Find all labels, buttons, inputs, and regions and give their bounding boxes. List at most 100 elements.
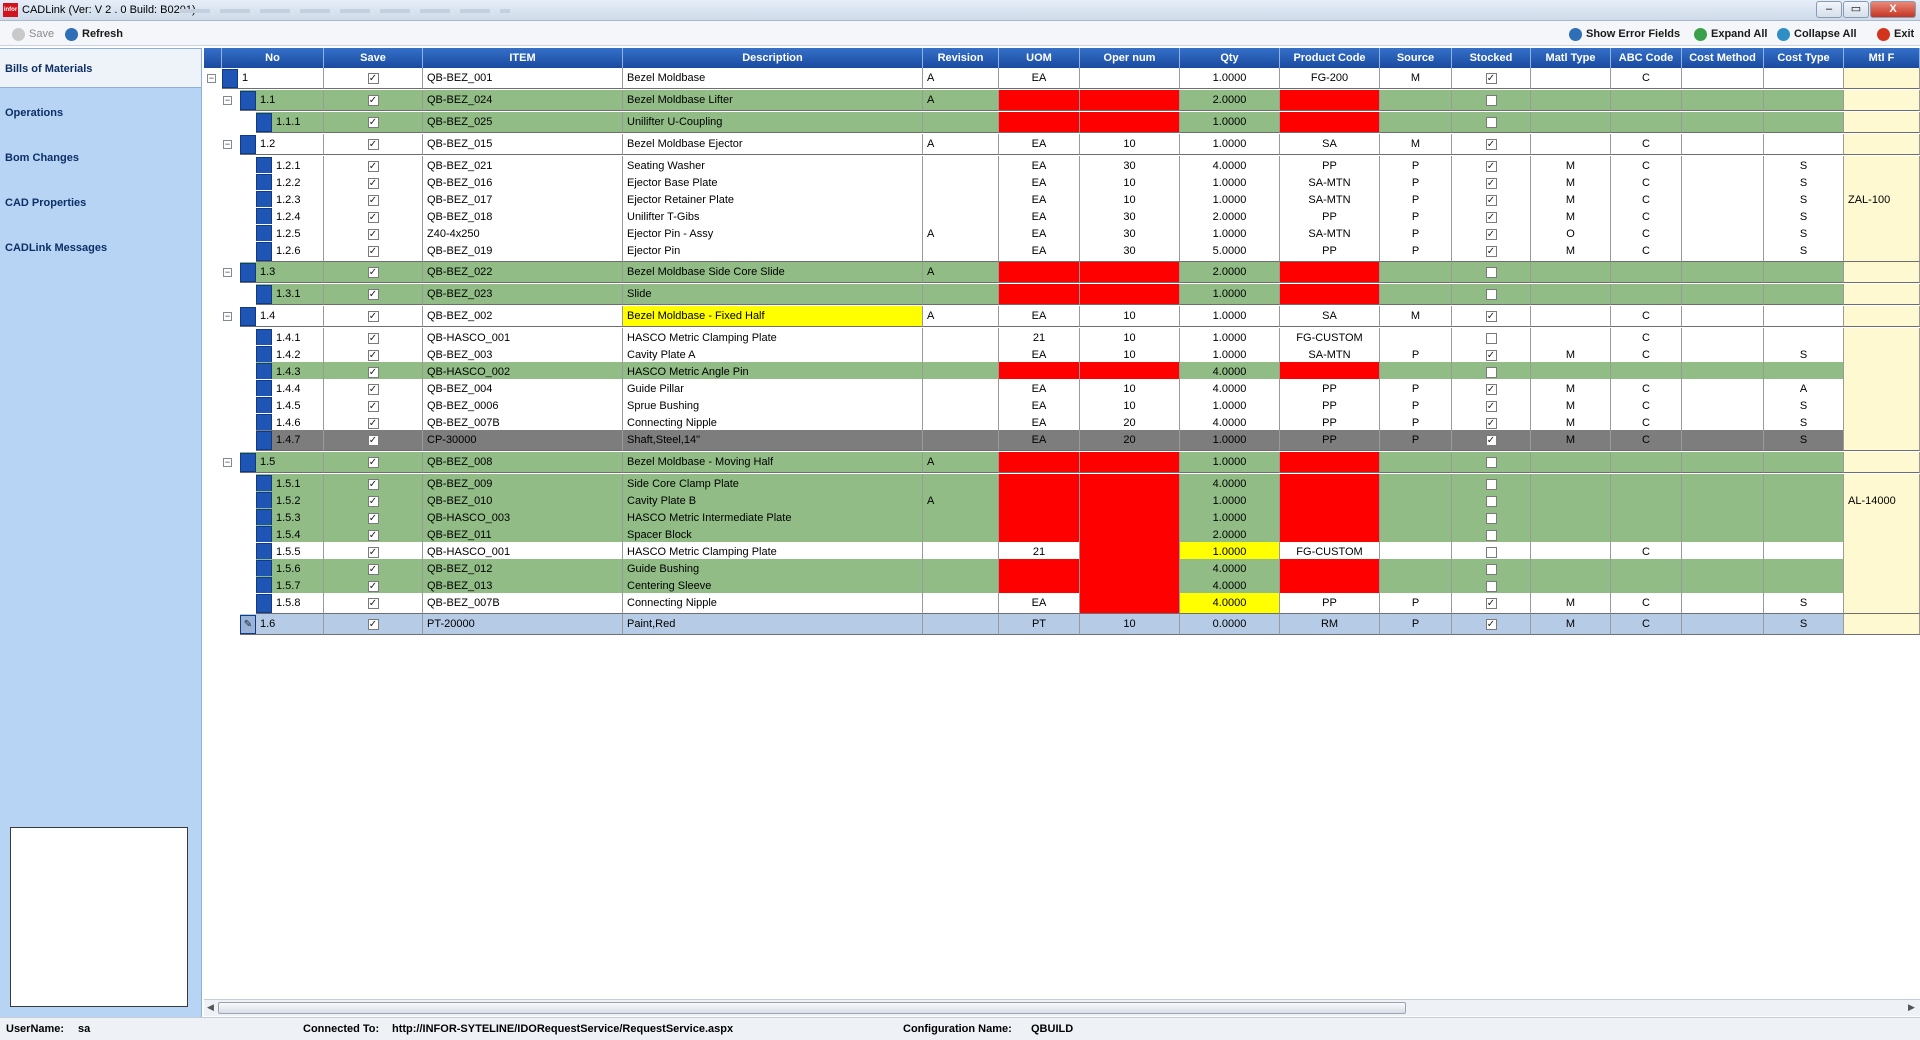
cell-abc[interactable]: C (1611, 306, 1682, 327)
maximize-button[interactable]: ▭ (1843, 1, 1869, 18)
cell-rev[interactable] (923, 112, 999, 133)
cell-cm[interactable] (1682, 284, 1764, 305)
cell-uom[interactable]: EA (999, 306, 1080, 327)
save-checkbox[interactable]: ✓ (367, 400, 379, 412)
save-checkbox[interactable]: ✓ (367, 332, 379, 344)
cell-uom[interactable] (999, 90, 1080, 111)
stocked-checkbox[interactable] (1485, 580, 1497, 592)
cell-matl[interactable] (1531, 306, 1611, 327)
save-checkbox[interactable]: ✓ (367, 72, 379, 84)
stocked-checkbox[interactable]: ✓ (1485, 417, 1497, 429)
cell-matl[interactable] (1531, 90, 1611, 111)
cell-ct[interactable] (1764, 284, 1844, 305)
cell-prod[interactable] (1280, 112, 1380, 133)
cell-matl[interactable] (1531, 452, 1611, 473)
save-checkbox[interactable]: ✓ (367, 194, 379, 206)
cell-src[interactable] (1380, 452, 1452, 473)
collapse-toggle-icon[interactable]: − (223, 268, 232, 277)
exit-button[interactable]: Exit (1877, 26, 1914, 42)
cell-item[interactable]: QB-BEZ_007B (423, 593, 623, 614)
stocked-checkbox[interactable] (1485, 529, 1497, 541)
cell-ct[interactable]: S (1764, 430, 1844, 451)
cell-mtl[interactable] (1844, 306, 1920, 327)
cell-qty[interactable]: 1.0000 (1180, 284, 1280, 305)
cell-qty[interactable]: 4.0000 (1180, 593, 1280, 614)
cell-desc[interactable]: Bezel Moldbase - Fixed Half (623, 306, 923, 327)
cell-cm[interactable] (1682, 430, 1764, 451)
cell-uom[interactable]: EA (999, 241, 1080, 262)
stocked-checkbox[interactable]: ✓ (1485, 245, 1497, 257)
cell-mtl[interactable] (1844, 593, 1920, 614)
collapse-toggle-icon[interactable]: − (223, 458, 232, 467)
cell-prod[interactable]: PP (1280, 241, 1380, 262)
cell-no[interactable]: 1.5 (240, 452, 324, 473)
cell-cm[interactable] (1682, 306, 1764, 327)
table-row[interactable]: 1.2.6 ✓ QB-BEZ_019 Ejector Pin EA 30 5.0000 PP P… (204, 241, 1920, 262)
collapse-toggle-icon[interactable]: − (223, 96, 232, 105)
cell-rev[interactable] (923, 284, 999, 305)
stocked-checkbox[interactable] (1485, 266, 1497, 278)
cell-oper[interactable] (1080, 90, 1180, 111)
cell-cm[interactable] (1682, 614, 1764, 635)
cell-no[interactable]: 1.2.6 (256, 241, 324, 262)
cell-desc[interactable]: Shaft,Steel,14" (623, 430, 923, 451)
cell-cm[interactable] (1682, 452, 1764, 473)
row-selector[interactable] (222, 69, 238, 88)
cell-rev[interactable]: A (923, 306, 999, 327)
stocked-checkbox[interactable] (1485, 94, 1497, 106)
save-checkbox[interactable]: ✓ (367, 383, 379, 395)
cell-uom[interactable]: EA (999, 430, 1080, 451)
cell-desc[interactable]: Bezel Moldbase Ejector (623, 134, 923, 155)
save-checkbox[interactable]: ✓ (367, 434, 379, 446)
save-checkbox[interactable]: ✓ (367, 580, 379, 592)
cell-src[interactable]: P (1380, 614, 1452, 635)
cell-desc[interactable]: Bezel Moldbase (623, 68, 923, 89)
cell-matl[interactable]: M (1531, 593, 1611, 614)
stocked-checkbox[interactable]: ✓ (1485, 72, 1497, 84)
column-header-prod[interactable]: Product Code (1280, 48, 1380, 68)
cell-item[interactable]: QB-BEZ_023 (423, 284, 623, 305)
table-row[interactable]: 1.2 ✓ QB-BEZ_015 Bezel Moldbase Ejector A EA 1… (204, 134, 1920, 155)
row-selector[interactable] (240, 135, 256, 154)
stocked-checkbox[interactable] (1485, 116, 1497, 128)
cell-cm[interactable] (1682, 593, 1764, 614)
cell-ct[interactable]: S (1764, 614, 1844, 635)
cell-desc[interactable]: Bezel Moldbase Side Core Slide (623, 262, 923, 283)
collapse-toggle-icon[interactable]: − (207, 74, 216, 83)
collapse-toggle-icon[interactable]: − (223, 140, 232, 149)
cell-abc[interactable]: C (1611, 430, 1682, 451)
cell-cm[interactable] (1682, 241, 1764, 262)
cell-src[interactable]: M (1380, 134, 1452, 155)
cell-item[interactable]: QB-BEZ_015 (423, 134, 623, 155)
cell-abc[interactable] (1611, 90, 1682, 111)
cell-mtl[interactable] (1844, 134, 1920, 155)
row-selector[interactable] (240, 453, 256, 472)
cell-rev[interactable] (923, 593, 999, 614)
cell-matl[interactable] (1531, 262, 1611, 283)
save-checkbox[interactable]: ✓ (367, 349, 379, 361)
cell-desc[interactable]: Ejector Pin (623, 241, 923, 262)
cell-src[interactable]: P (1380, 241, 1452, 262)
save-checkbox[interactable]: ✓ (367, 288, 379, 300)
cell-no[interactable]: 1.1 (240, 90, 324, 111)
stocked-checkbox[interactable]: ✓ (1485, 383, 1497, 395)
column-header-no[interactable]: No (222, 48, 324, 68)
cell-oper[interactable] (1080, 112, 1180, 133)
cell-prod[interactable]: FG-200 (1280, 68, 1380, 89)
save-checkbox[interactable]: ✓ (367, 417, 379, 429)
cell-desc[interactable]: Bezel Moldbase - Moving Half (623, 452, 923, 473)
cell-rev[interactable]: A (923, 452, 999, 473)
save-checkbox[interactable]: ✓ (367, 563, 379, 575)
column-header-abc[interactable]: ABC Code (1611, 48, 1682, 68)
save-checkbox[interactable]: ✓ (367, 94, 379, 106)
row-selector[interactable] (256, 431, 272, 450)
cell-uom[interactable]: EA (999, 593, 1080, 614)
cell-ct[interactable] (1764, 306, 1844, 327)
save-checkbox[interactable]: ✓ (367, 546, 379, 558)
save-checkbox[interactable]: ✓ (367, 456, 379, 468)
column-header-matl[interactable]: Matl Type (1531, 48, 1611, 68)
cell-rev[interactable] (923, 614, 999, 635)
table-row[interactable]: 1.3.1 ✓ QB-BEZ_023 Slide 1.0000 (204, 284, 1920, 305)
cell-prod[interactable]: SA (1280, 306, 1380, 327)
cell-prod[interactable] (1280, 262, 1380, 283)
